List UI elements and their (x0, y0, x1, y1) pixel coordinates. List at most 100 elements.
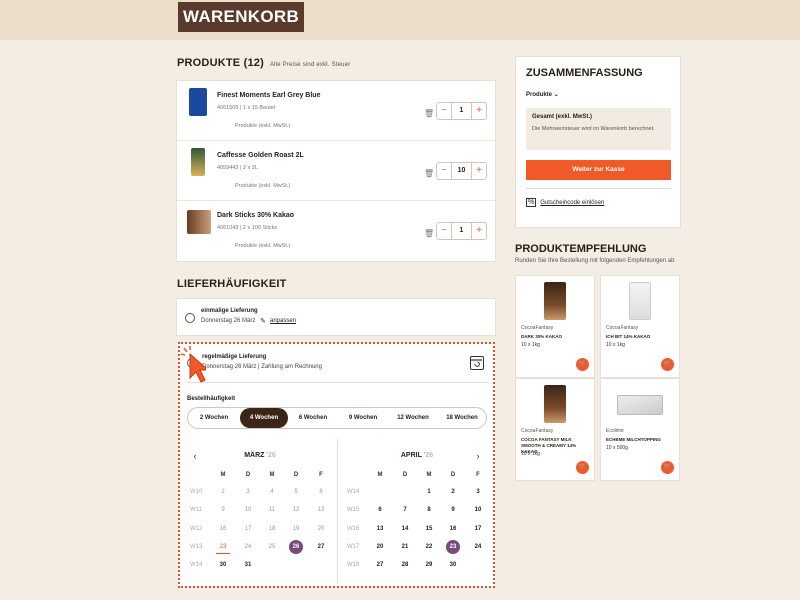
vat-note: Die Mehrwertsteuer wird im Warenkorb ber… (532, 126, 655, 132)
calendar-icon[interactable] (470, 356, 484, 370)
quantity-stepper[interactable]: − 10 + (436, 162, 487, 180)
calendar-day: 24 (244, 544, 252, 550)
decrement-button[interactable]: − (437, 163, 452, 179)
coupon-link[interactable]: % Gutscheincode einlösen (526, 198, 604, 207)
week-number: W14 (347, 489, 360, 495)
calendar-day: 12 (292, 507, 300, 513)
cart-icon[interactable]: 🛒 (576, 461, 589, 474)
increment-button[interactable]: + (471, 223, 486, 239)
frequency-option[interactable]: 9 Wochen (338, 408, 388, 428)
regular-info: Donnerstag 26 März | Zahlung am Rechnung (202, 364, 322, 370)
calendar-day[interactable]: 15 (422, 522, 436, 536)
calendar-day[interactable]: 17 (471, 522, 485, 536)
calendar-day[interactable]: 9 (446, 503, 460, 517)
product-name[interactable]: Dark Sticks 30% Kakao (217, 212, 294, 219)
calendar-day[interactable]: 7 (398, 503, 412, 517)
calendar-day-today: 23 (216, 540, 230, 554)
product-image (189, 88, 207, 116)
products-toggle[interactable]: Produkte ⌄ (526, 91, 559, 98)
calendar-day[interactable]: 10 (471, 503, 485, 517)
quantity-stepper[interactable]: − 1 + (436, 102, 487, 120)
month-title: MÄRZ '26 (244, 452, 276, 459)
calendar-day[interactable]: 16 (446, 522, 460, 536)
calendar-day[interactable]: 27 (314, 540, 328, 554)
product-sku: 4061043 | 2 x 100 Sticks (217, 225, 278, 231)
cart-icon[interactable]: 🛒 (661, 358, 674, 371)
calendar-day[interactable]: 24 (471, 540, 485, 554)
calendar-day[interactable]: 27 (373, 558, 387, 572)
divider (187, 382, 489, 383)
products-title: PRODUKTE (12) (177, 57, 264, 69)
calendar-day[interactable]: 31 (241, 558, 255, 572)
card-name: ECHEME MILCHTOPPING (606, 437, 661, 442)
calendar-day[interactable]: 20 (373, 540, 387, 554)
total-box: Gesamt (exkl. MwSt.) Die Mehrwertsteuer … (526, 108, 671, 150)
frequency-option[interactable]: 6 Wochen (288, 408, 338, 428)
calendar-day[interactable]: 29 (422, 558, 436, 572)
quantity-stepper[interactable]: − 1 + (436, 222, 487, 240)
calendar-day: 17 (244, 526, 252, 532)
calendar-day[interactable]: 3 (471, 485, 485, 499)
frequency-option-selected[interactable]: 4 Wochen (240, 408, 288, 428)
product-image (544, 385, 566, 423)
frequency-option[interactable]: 12 Wochen (388, 408, 438, 428)
product-image (629, 282, 651, 320)
calendar-divider (337, 439, 338, 584)
calendar-day[interactable]: 8 (422, 503, 436, 517)
weekday-header: M (269, 472, 275, 478)
decrement-button[interactable]: − (437, 223, 452, 239)
quantity-value[interactable]: 1 (452, 103, 471, 119)
product-name[interactable]: Caffesse Golden Roast 2L (217, 152, 304, 159)
decrement-button[interactable]: − (437, 103, 452, 119)
calendar-day[interactable]: 2 (446, 485, 460, 499)
recommendations-title: PRODUKTEMPFEHLUNG (515, 243, 647, 255)
calendar-day[interactable]: 1 (422, 485, 436, 499)
calendar-day: 25 (268, 544, 276, 550)
calendar-day-selected[interactable]: 23 (446, 540, 460, 554)
quantity-value[interactable]: 1 (452, 223, 471, 239)
calendar-day-selected[interactable]: 26 (289, 540, 303, 554)
card-size: 10 x 1kg (521, 342, 540, 348)
week-number: W15 (347, 507, 360, 513)
calendar-day[interactable]: 22 (422, 540, 436, 554)
delivery-option-once[interactable]: einmalige Lieferung Donnerstag 26 März ✎… (176, 298, 496, 336)
recommendations-subtitle: Runden Sie Ihre Bestellung mit folgenden… (515, 258, 675, 264)
weekday-header: D (450, 472, 456, 478)
increment-button[interactable]: + (471, 163, 486, 179)
calendar-day: 9 (221, 507, 225, 513)
weekday-header: D (293, 472, 299, 478)
cart-icon[interactable]: 🛒 (576, 358, 589, 371)
calendar-day: 16 (219, 526, 227, 532)
calendar-day[interactable]: 30 (446, 558, 460, 572)
calendar-day[interactable]: 28 (398, 558, 412, 572)
calendar-day[interactable]: 21 (398, 540, 412, 554)
trash-icon[interactable]: 🗑 (424, 109, 434, 118)
frequency-option[interactable]: 18 Wochen (438, 408, 486, 428)
frequency-option[interactable]: 2 Wochen (188, 408, 240, 428)
calendar-day[interactable]: 6 (373, 503, 387, 517)
increment-button[interactable]: + (471, 103, 486, 119)
trash-icon[interactable]: 🗑 (424, 229, 434, 238)
trash-icon[interactable]: 🗑 (424, 169, 434, 178)
checkout-button[interactable]: Weiter zur Kasse (526, 160, 671, 180)
recommendation-card[interactable]: CocoaFantasy COCOA FANTASY MILK SMOOTH &… (515, 378, 595, 481)
divider (526, 188, 671, 189)
calendar-day[interactable]: 14 (398, 522, 412, 536)
cart-icon[interactable]: 🛒 (661, 461, 674, 474)
recommendation-card[interactable]: CocoaFantasy ICH BIT 14% KAKAO 10 x 1kg … (600, 275, 680, 378)
once-label: einmalige Lieferung (201, 308, 258, 314)
frequency-selector[interactable]: 2 Wochen 4 Wochen 6 Wochen 9 Wochen 12 W… (187, 407, 487, 429)
calendar-day[interactable]: 30 (216, 558, 230, 572)
quantity-value[interactable]: 10 (452, 163, 471, 179)
radio-once[interactable] (185, 313, 195, 323)
recommendation-card[interactable]: CocoaFantasy DARK 30% KAKAO 10 x 1kg 🛒 (515, 275, 595, 378)
card-name: DARK 30% KAKAO (521, 334, 563, 339)
week-number: W12 (190, 526, 203, 532)
products-heading: PRODUKTE (12) Alle Preise sind exkl. Steu… (177, 57, 350, 69)
card-brand: Ecolimé (606, 428, 624, 434)
delivery-option-regular[interactable]: regelmäßige Lieferung Donnerstag 26 März… (178, 342, 495, 588)
recommendation-card[interactable]: Ecolimé ECHEME MILCHTOPPING 10 x 500g 🛒 (600, 378, 680, 481)
product-name[interactable]: Finest Moments Earl Grey Blue (217, 92, 320, 99)
calendar-day[interactable]: 13 (373, 522, 387, 536)
edit-link[interactable]: anpassen (270, 318, 296, 324)
